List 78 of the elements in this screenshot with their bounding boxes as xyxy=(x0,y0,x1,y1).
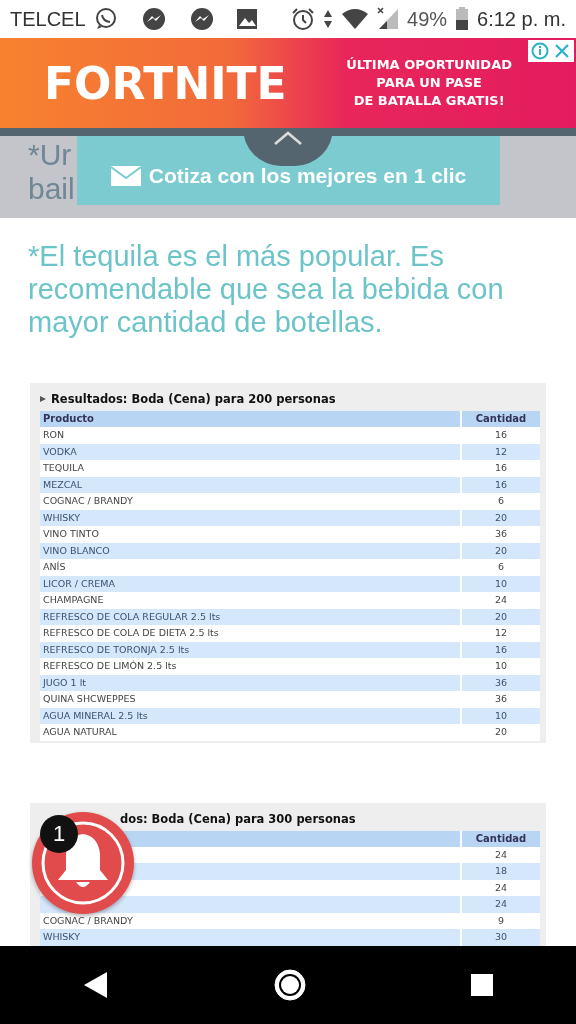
table-cell-text: REFRESCO DE COLA DE DIETA 2.5 lts xyxy=(42,626,220,640)
table-cell-text: COGNAC / BRANDY xyxy=(42,913,134,928)
table-cell-text: 6 xyxy=(496,494,505,508)
table-cell-text: 10 xyxy=(493,659,509,673)
heading-text: bail xyxy=(28,172,76,206)
table-cell: REFRESCO DE TORONJA 2.5 lts xyxy=(40,641,460,658)
table-cell-text: 36 xyxy=(493,692,509,706)
table-cell-text: AGUA NATURAL xyxy=(42,725,118,739)
table-cell-text: 16 xyxy=(493,461,509,475)
table-cell-text: 20 xyxy=(493,725,509,739)
ad-banner[interactable]: FORTNITE ÚLTIMA OPORTUNIDAD PARA UN PASE DE BATALLA GRATIS! xyxy=(0,38,576,128)
note-text: *El tequila es el más popular. Es recomendable que sea la bebida con mayor cantidad de botellas. xyxy=(28,240,505,339)
chevron-up-icon xyxy=(273,130,303,146)
battery-icon xyxy=(455,7,470,31)
table-cell-text: TEQUILA xyxy=(42,461,86,475)
table-cell: 30 xyxy=(462,929,540,946)
column-header: Cantidad xyxy=(462,411,540,427)
triangle-icon xyxy=(40,395,46,403)
table-cell: 18 xyxy=(462,863,540,880)
table-cell: VODKA xyxy=(40,443,460,460)
table-cell-text: CHAMPAGNE xyxy=(42,593,105,607)
messenger-icon xyxy=(189,7,214,31)
close-icon xyxy=(553,42,571,60)
table-cell: LICOR / CREMA xyxy=(40,575,460,592)
table-cell: REFRESCO DE COLA REGULAR 2.5 lts xyxy=(40,608,460,625)
table-cell: JUGO 1 lt xyxy=(40,674,460,691)
image-icon xyxy=(235,8,258,30)
table-cell-text: 16 xyxy=(493,428,509,442)
table-cell-text: QUINA SHCWEPPES xyxy=(42,692,137,706)
table-cell-text: RON xyxy=(42,428,66,442)
table-cell: 36 xyxy=(462,674,540,691)
table-cell-text: 36 xyxy=(493,527,509,541)
table-cell-text: COGNAC / BRANDY xyxy=(42,494,134,508)
table-cell: WHISKY xyxy=(40,929,460,946)
table-cell: 10 xyxy=(462,707,540,724)
table-cell-text: 24 xyxy=(493,847,509,862)
table-cell: MEZCAL xyxy=(40,476,460,493)
battery-percent: 49% xyxy=(407,7,448,31)
table-cell: 16 xyxy=(462,476,540,493)
table-cell-text: 12 xyxy=(493,626,509,640)
table-cell-text: REFRESCO DE LIMÓN 2.5 lts xyxy=(42,659,178,673)
heading-text: *Ur xyxy=(28,138,73,172)
recents-icon xyxy=(469,972,496,998)
home-icon xyxy=(272,967,308,1003)
column-header: Cantidad xyxy=(462,830,540,847)
wifi-icon xyxy=(341,8,370,30)
carrier-name: TELCEL xyxy=(10,7,86,31)
table-cell: 16 xyxy=(462,641,540,658)
messenger-icon xyxy=(141,7,166,31)
table-cell-text: 6 xyxy=(496,560,505,574)
table-cell-text: 9 xyxy=(496,913,505,928)
info-icon xyxy=(531,42,549,60)
table-cell: AGUA MINERAL 2.5 lts xyxy=(40,707,460,724)
table-cell: 20 xyxy=(462,509,540,526)
table-cell: 10 xyxy=(462,575,540,592)
table-cell-text: VINO TINTO xyxy=(42,527,100,541)
table-cell: 12 xyxy=(462,443,540,460)
table-title: dos: Boda (Cena) para 300 personas xyxy=(120,811,356,826)
table-cell-text: 24 xyxy=(493,880,509,895)
signal-icon xyxy=(377,7,400,31)
ad-text: DE BATALLA GRATIS! xyxy=(353,92,505,110)
table-cell: 24 xyxy=(462,896,540,913)
alarm-icon xyxy=(291,7,316,31)
table-cell: 20 xyxy=(462,542,540,559)
ad-brand-text: FORTNITE xyxy=(44,57,287,109)
table-cell-text: ANÍS xyxy=(42,560,67,574)
table-cell: VINO BLANCO xyxy=(40,542,460,559)
chat-bubble-icon xyxy=(93,7,118,31)
ad-text: PARA UN PASE xyxy=(376,74,482,92)
ad-text: ÚLTIMA OPORTUNIDAD xyxy=(346,56,512,74)
envelope-icon xyxy=(110,164,141,187)
table-cell: 20 xyxy=(462,608,540,625)
clock-time: 6:12 p. m. xyxy=(477,7,566,31)
table-cell: WHISKY xyxy=(40,509,460,526)
data-arrows-icon xyxy=(323,8,334,30)
column-header: Producto xyxy=(40,411,460,427)
table-cell-text: 24 xyxy=(493,593,509,607)
table-title: Resultados: Boda (Cena) para 200 personas xyxy=(51,392,336,406)
